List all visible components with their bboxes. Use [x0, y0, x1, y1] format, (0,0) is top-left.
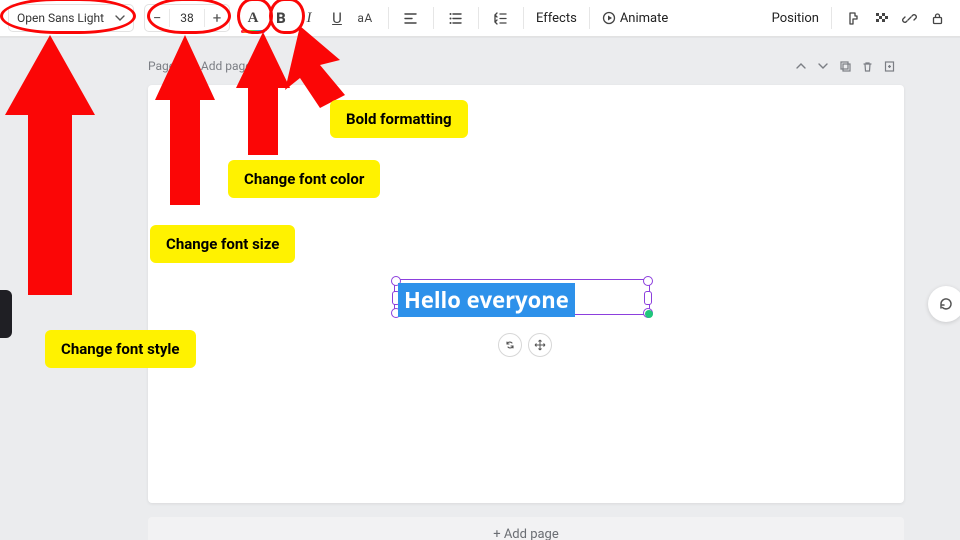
page-down-icon[interactable]	[812, 55, 834, 77]
annotation-label: Bold formatting	[330, 100, 468, 138]
separator	[433, 7, 434, 29]
sync-icon[interactable]	[498, 333, 522, 357]
rainbow-underline-icon	[241, 30, 265, 33]
align-button[interactable]	[397, 5, 423, 31]
annotation-label: Change font size	[150, 225, 295, 263]
transparency-button[interactable]	[868, 5, 894, 31]
rotate-handle[interactable]	[645, 310, 653, 318]
link-button[interactable]	[896, 5, 922, 31]
add-page-button[interactable]: + Add page	[148, 517, 904, 540]
floating-controls	[498, 333, 552, 357]
font-name: Open Sans Light	[17, 11, 104, 25]
side-panel-stub	[0, 290, 12, 338]
annotation-label: Change font color	[228, 160, 380, 198]
page-up-icon[interactable]	[790, 55, 812, 77]
chevron-down-icon	[115, 13, 125, 23]
list-button[interactable]	[442, 5, 468, 31]
font-size-control: − 38 +	[144, 4, 230, 32]
position-button[interactable]: Position	[768, 11, 823, 26]
spacing-button[interactable]	[487, 5, 513, 31]
page-title[interactable]: Page 13 - Add page title	[148, 59, 790, 73]
annotation-label: Change font style	[45, 330, 196, 368]
add-page-icon[interactable]	[878, 55, 900, 77]
increase-size-button[interactable]: +	[205, 5, 229, 31]
decrease-size-button[interactable]: −	[145, 5, 169, 31]
caps-button[interactable]: aA	[352, 5, 378, 31]
move-icon[interactable]	[528, 333, 552, 357]
selected-textbox[interactable]: Hello everyone	[398, 283, 575, 317]
animate-button[interactable]: Animate	[598, 11, 672, 26]
separator	[478, 7, 479, 29]
handle-mr[interactable]	[644, 291, 652, 305]
effects-button[interactable]: Effects	[532, 11, 581, 26]
copy-style-button[interactable]	[840, 5, 866, 31]
trash-icon[interactable]	[856, 55, 878, 77]
reset-icon[interactable]	[928, 286, 960, 322]
font-size-value[interactable]: 38	[169, 9, 205, 27]
separator	[831, 7, 832, 29]
lock-button[interactable]	[924, 5, 950, 31]
canvas[interactable]: Hello everyone	[148, 85, 904, 503]
duplicate-icon[interactable]	[834, 55, 856, 77]
bold-button[interactable]: B	[268, 5, 294, 31]
handle-tr[interactable]	[643, 276, 653, 286]
page-header: Page 13 - Add page title	[148, 55, 904, 77]
text-color-button[interactable]: A	[240, 5, 266, 31]
text-toolbar: Open Sans Light − 38 + A B I U aA Effect…	[0, 0, 960, 37]
separator	[388, 7, 389, 29]
italic-button[interactable]: I	[296, 5, 322, 31]
font-select[interactable]: Open Sans Light	[8, 4, 134, 32]
separator	[589, 7, 590, 29]
underline-button[interactable]: U	[324, 5, 350, 31]
canvas-area: Page 13 - Add page title Hello everyone …	[148, 55, 904, 540]
animate-icon	[602, 11, 616, 25]
separator	[523, 7, 524, 29]
